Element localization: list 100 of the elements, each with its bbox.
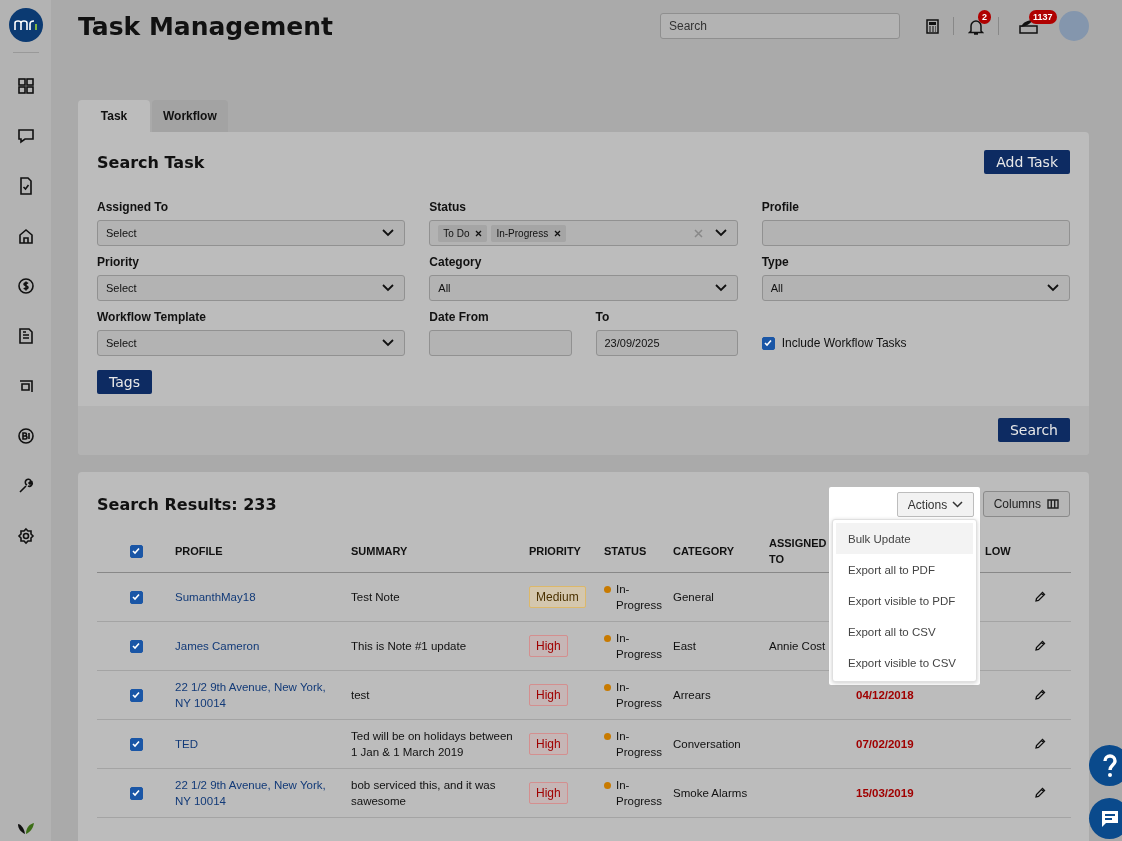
column-header: LOW	[985, 544, 1011, 559]
chevron-down-icon	[382, 284, 395, 292]
profile-link[interactable]: TED	[175, 736, 198, 752]
calculator-icon[interactable]	[926, 18, 939, 34]
menu-item[interactable]: Export visible to PDF	[836, 585, 973, 616]
edit-icon[interactable]	[1034, 591, 1046, 603]
columns-icon	[1047, 499, 1059, 509]
priority-badge: Medium	[529, 586, 586, 608]
status-dot	[604, 586, 611, 593]
chat-icon[interactable]	[15, 126, 36, 146]
profile-link[interactable]: 22 1/2 9th Avenue, New York, NY 10014	[175, 679, 343, 711]
remove-icon[interactable]	[554, 229, 562, 237]
edit-icon[interactable]	[1034, 738, 1046, 750]
dashboard-icon[interactable]	[15, 76, 36, 96]
date-field[interactable]	[429, 330, 572, 356]
priority-badge: High	[529, 733, 568, 755]
add-task-button[interactable]: Add Task	[984, 150, 1070, 174]
tab[interactable]: Workflow	[152, 100, 228, 132]
tab[interactable]: Task	[78, 100, 150, 132]
status-text: In-Progress	[616, 582, 664, 613]
bi-icon[interactable]	[15, 426, 36, 446]
status-text: In-Progress	[616, 680, 664, 711]
category-text: General	[673, 590, 714, 605]
remove-icon[interactable]	[475, 229, 483, 237]
check-icon	[131, 788, 141, 798]
profile-link[interactable]: James Cameron	[175, 638, 260, 654]
check-icon	[763, 338, 774, 348]
search-button[interactable]: Search	[997, 418, 1070, 442]
summary-text: test	[351, 688, 370, 703]
checkbox[interactable]	[129, 786, 143, 800]
dollar-icon[interactable]	[15, 276, 36, 296]
select-field[interactable]: Select	[97, 330, 406, 356]
tags-button[interactable]: Tags	[97, 370, 152, 394]
chat-icon	[1099, 809, 1120, 828]
menu-item[interactable]: Export all to PDF	[836, 554, 973, 585]
check-icon	[131, 739, 141, 749]
menu-item[interactable]: Export visible to CSV	[836, 647, 973, 678]
notification-badge: 2	[978, 9, 991, 24]
field-label: Workflow Template	[97, 310, 207, 324]
status-dot	[604, 782, 611, 789]
check-icon	[131, 690, 141, 700]
field-label: Assigned To	[97, 200, 170, 214]
field-label: Type	[761, 255, 790, 269]
priority-badge: High	[529, 684, 568, 706]
column-header: CATEGORY	[673, 544, 735, 559]
menu-item[interactable]: Bulk Update	[836, 523, 973, 554]
status-text: In-Progress	[616, 729, 664, 760]
select-field[interactable]: All	[761, 275, 1070, 301]
status-text: In-Progress	[616, 631, 664, 662]
summary-text: This is Note #1 update	[351, 639, 467, 654]
status-dot	[604, 684, 611, 691]
status-dot	[604, 733, 611, 740]
chevron-down-icon	[714, 284, 727, 292]
column-header: STATUS	[604, 544, 647, 559]
checkbox-label: Include Workflow Tasks	[781, 336, 907, 350]
menu-item[interactable]: Export all to CSV	[836, 616, 973, 647]
field-label: To	[595, 310, 611, 324]
due-date: 15/03/2019	[856, 786, 914, 801]
due-date: 07/02/2019	[856, 737, 914, 752]
select-field[interactable]: Select	[97, 275, 406, 301]
status-chip[interactable]: In-Progress	[491, 224, 567, 242]
checkbox[interactable]	[129, 737, 143, 751]
select-field[interactable]: Select	[97, 220, 406, 246]
multiselect-field[interactable]: To Do In-Progress	[429, 220, 738, 246]
profile-link[interactable]: SumanthMay18	[175, 589, 256, 605]
help-button[interactable]	[1089, 745, 1122, 786]
check-icon	[131, 592, 141, 602]
due-date: 04/12/2018	[856, 688, 914, 703]
checkbox[interactable]	[129, 639, 143, 653]
columns-button[interactable]: Columns	[982, 491, 1070, 517]
profile-link[interactable]: 22 1/2 9th Avenue, New York, NY 10014	[175, 777, 343, 809]
chat-button[interactable]	[1089, 798, 1122, 839]
column-header: PRIORITY	[529, 544, 581, 559]
chevron-down-icon	[382, 229, 395, 237]
date-field[interactable]: 23/09/2025	[595, 330, 738, 356]
field-label: Priority	[97, 255, 140, 269]
summary-text: Test Note	[351, 590, 400, 605]
edit-icon[interactable]	[1034, 787, 1046, 799]
checkbox[interactable]	[761, 336, 775, 350]
settings-icon[interactable]	[15, 526, 36, 546]
status-chip[interactable]: To Do	[438, 224, 488, 242]
category-text: Arrears	[673, 688, 711, 703]
logo-icon[interactable]	[8, 8, 43, 42]
edit-icon[interactable]	[1034, 640, 1046, 652]
checkbox[interactable]	[129, 590, 143, 604]
status-dot	[604, 635, 611, 642]
search-field[interactable]: Search	[660, 13, 900, 39]
checkbox[interactable]	[129, 544, 143, 558]
logo-mark-icon	[13, 19, 38, 31]
field-label: Profile	[761, 200, 800, 214]
edit-icon[interactable]	[1034, 689, 1046, 701]
actions-button[interactable]: Actions	[897, 492, 974, 517]
field-label: Date From	[429, 310, 490, 324]
status-text: In-Progress	[616, 778, 664, 809]
page-title: Task Management	[78, 11, 334, 41]
bell-icon[interactable]	[968, 17, 984, 35]
chevron-down-icon	[952, 501, 964, 508]
checkbox[interactable]	[129, 688, 143, 702]
text-field[interactable]	[761, 220, 1070, 246]
select-field[interactable]: All	[429, 275, 738, 301]
